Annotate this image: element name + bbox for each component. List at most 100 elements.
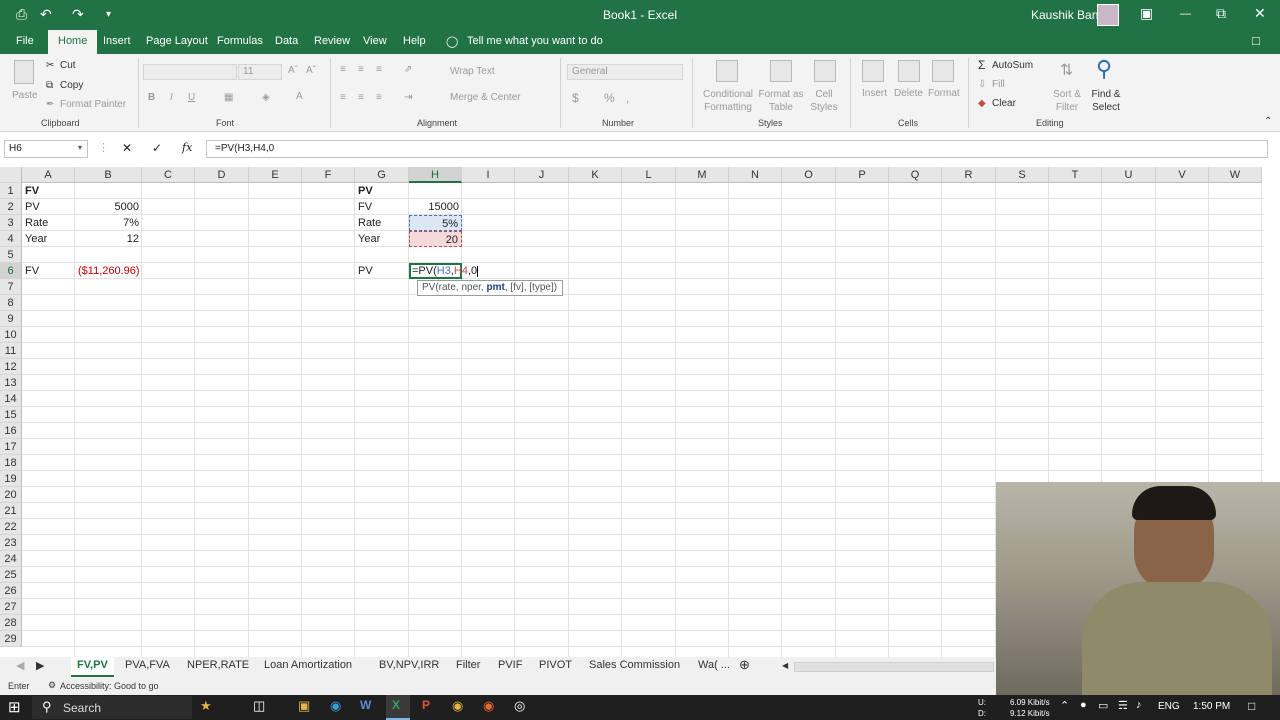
row-header[interactable]: 28 bbox=[0, 615, 22, 631]
row-header[interactable]: 26 bbox=[0, 583, 22, 599]
clear-icon[interactable]: ◆ bbox=[978, 98, 986, 109]
row-header[interactable]: 2 bbox=[0, 199, 22, 215]
sheet-tab[interactable]: PVA,FVA bbox=[125, 659, 170, 671]
row-header[interactable]: 3 bbox=[0, 215, 22, 231]
sheet-tab[interactable]: NPER,RATE bbox=[187, 659, 249, 671]
tab-help[interactable]: Help bbox=[403, 35, 426, 47]
row-header[interactable]: 24 bbox=[0, 551, 22, 567]
user-name[interactable]: Kaushik Banik bbox=[1031, 8, 1107, 22]
cell-value[interactable]: 5% bbox=[409, 215, 462, 231]
row-header[interactable]: 27 bbox=[0, 599, 22, 615]
restore-icon[interactable]: ⧉ bbox=[1216, 5, 1226, 22]
align-top-icon[interactable]: ≡ bbox=[340, 64, 346, 75]
sheet-tab[interactable]: PIVOT bbox=[539, 659, 572, 671]
column-header[interactable]: K bbox=[569, 167, 622, 183]
tab-formulas[interactable]: Formulas bbox=[217, 35, 263, 47]
insert-cells-icon[interactable] bbox=[862, 60, 884, 82]
orientation-icon[interactable]: ⇗ bbox=[404, 64, 412, 75]
conditional-formatting-button[interactable]: Conditional Formatting bbox=[700, 88, 756, 114]
ribbon-display-options-icon[interactable]: ▣ bbox=[1140, 5, 1153, 22]
minimize-icon[interactable]: — bbox=[1180, 8, 1191, 20]
row-header[interactable]: 16 bbox=[0, 423, 22, 439]
horizontal-scrollbar[interactable] bbox=[794, 662, 994, 672]
merge-center-button[interactable]: Merge & Center bbox=[450, 92, 521, 103]
indent-icon[interactable]: ⇥ bbox=[404, 92, 412, 103]
enter-icon[interactable]: ✓ bbox=[152, 141, 162, 155]
hscroll-left-icon[interactable]: ◀ bbox=[782, 661, 788, 670]
row-header[interactable]: 9 bbox=[0, 311, 22, 327]
tab-insert[interactable]: Insert bbox=[103, 35, 131, 47]
close-icon[interactable]: ✕ bbox=[1254, 5, 1266, 22]
cell-label[interactable]: PV bbox=[22, 199, 75, 215]
row-header[interactable]: 11 bbox=[0, 343, 22, 359]
autosum-button[interactable]: AutoSum bbox=[992, 60, 1033, 71]
column-header[interactable]: P bbox=[836, 167, 889, 183]
function-tooltip[interactable]: PV(rate, nper, pmt, [fv], [type]) bbox=[417, 280, 563, 296]
row-header[interactable]: 17 bbox=[0, 439, 22, 455]
column-header[interactable]: W bbox=[1209, 167, 1262, 183]
font-color-icon[interactable]: A bbox=[296, 91, 303, 102]
tab-page-layout[interactable]: Page Layout bbox=[146, 35, 208, 47]
cell-label[interactable]: FV bbox=[355, 199, 409, 215]
column-header[interactable]: C bbox=[142, 167, 195, 183]
find-select-button[interactable]: Find & Select bbox=[1086, 88, 1126, 114]
sheet-tab[interactable]: Filter bbox=[456, 659, 480, 671]
cell-label[interactable]: PV bbox=[355, 183, 409, 199]
tab-data[interactable]: Data bbox=[275, 35, 298, 47]
borders-icon[interactable]: ▦ bbox=[224, 92, 233, 103]
insert-cells-button[interactable]: Insert bbox=[862, 88, 887, 99]
format-painter-button[interactable]: Format Painter bbox=[60, 99, 126, 110]
column-header[interactable]: R bbox=[942, 167, 996, 183]
microphone-icon[interactable]: ● bbox=[1080, 699, 1087, 711]
cell-styles-icon[interactable] bbox=[814, 60, 836, 82]
tab-view[interactable]: View bbox=[363, 35, 387, 47]
column-header[interactable]: H bbox=[409, 167, 462, 183]
sheet-tab[interactable]: FV,PV bbox=[71, 657, 114, 677]
cell-value[interactable]: 5000 bbox=[75, 199, 142, 215]
tab-review[interactable]: Review bbox=[314, 35, 350, 47]
column-header[interactable]: Q bbox=[889, 167, 942, 183]
row-header[interactable]: 7 bbox=[0, 279, 22, 295]
column-header[interactable]: J bbox=[515, 167, 569, 183]
column-header[interactable]: L bbox=[622, 167, 676, 183]
column-header[interactable]: A bbox=[22, 167, 75, 183]
row-header[interactable]: 22 bbox=[0, 519, 22, 535]
scroll-right-icon[interactable]: ▶ bbox=[36, 659, 44, 672]
chevron-down-icon[interactable]: ▾ bbox=[78, 143, 82, 152]
number-format-select[interactable]: General bbox=[567, 64, 683, 80]
column-header[interactable]: G bbox=[355, 167, 409, 183]
column-header[interactable]: T bbox=[1049, 167, 1102, 183]
row-header[interactable]: 21 bbox=[0, 503, 22, 519]
align-center-icon[interactable]: ≡ bbox=[358, 92, 364, 103]
row-header[interactable]: 13 bbox=[0, 375, 22, 391]
tell-me-search[interactable]: Tell me what you want to do bbox=[467, 35, 603, 47]
column-header[interactable]: F bbox=[302, 167, 355, 183]
column-header[interactable]: U bbox=[1102, 167, 1156, 183]
formula-input[interactable]: =PV(H3,H4,0 bbox=[206, 140, 1268, 158]
bold-button[interactable]: B bbox=[148, 92, 155, 103]
excel-taskbar-button[interactable]: X bbox=[386, 695, 410, 720]
row-header[interactable]: 15 bbox=[0, 407, 22, 423]
copy-button[interactable]: Copy bbox=[60, 80, 83, 91]
sheet-tab[interactable]: Loan Amortization bbox=[264, 659, 352, 671]
volume-icon[interactable]: ♪ bbox=[1136, 699, 1142, 711]
tray-expand-icon[interactable]: ⌃ bbox=[1060, 699, 1069, 712]
font-size-select[interactable]: 11 bbox=[238, 64, 282, 80]
row-header[interactable]: 6 bbox=[0, 263, 22, 279]
cell-value[interactable]: 20 bbox=[409, 231, 462, 247]
sheet-tab[interactable]: BV,NPV,IRR bbox=[379, 659, 439, 671]
clock[interactable]: 1:50 PM bbox=[1193, 701, 1230, 712]
row-header[interactable]: 12 bbox=[0, 359, 22, 375]
fill-color-icon[interactable]: ◈ bbox=[262, 92, 270, 103]
sheet-tab[interactable]: Sales Commission bbox=[589, 659, 680, 671]
row-header[interactable]: 5 bbox=[0, 247, 22, 263]
wifi-icon[interactable]: ☴ bbox=[1118, 699, 1128, 712]
collapse-ribbon-icon[interactable]: ⌃ bbox=[1264, 116, 1272, 127]
start-icon[interactable]: ⊞ bbox=[8, 698, 21, 716]
input-language[interactable]: ENG bbox=[1158, 701, 1180, 712]
app-icon[interactable]: ◎ bbox=[514, 698, 525, 714]
column-header[interactable]: O bbox=[782, 167, 836, 183]
cell-label[interactable]: FV bbox=[22, 183, 75, 199]
format-painter-icon[interactable]: ✒ bbox=[46, 99, 54, 110]
comma-button[interactable]: , bbox=[626, 91, 629, 105]
